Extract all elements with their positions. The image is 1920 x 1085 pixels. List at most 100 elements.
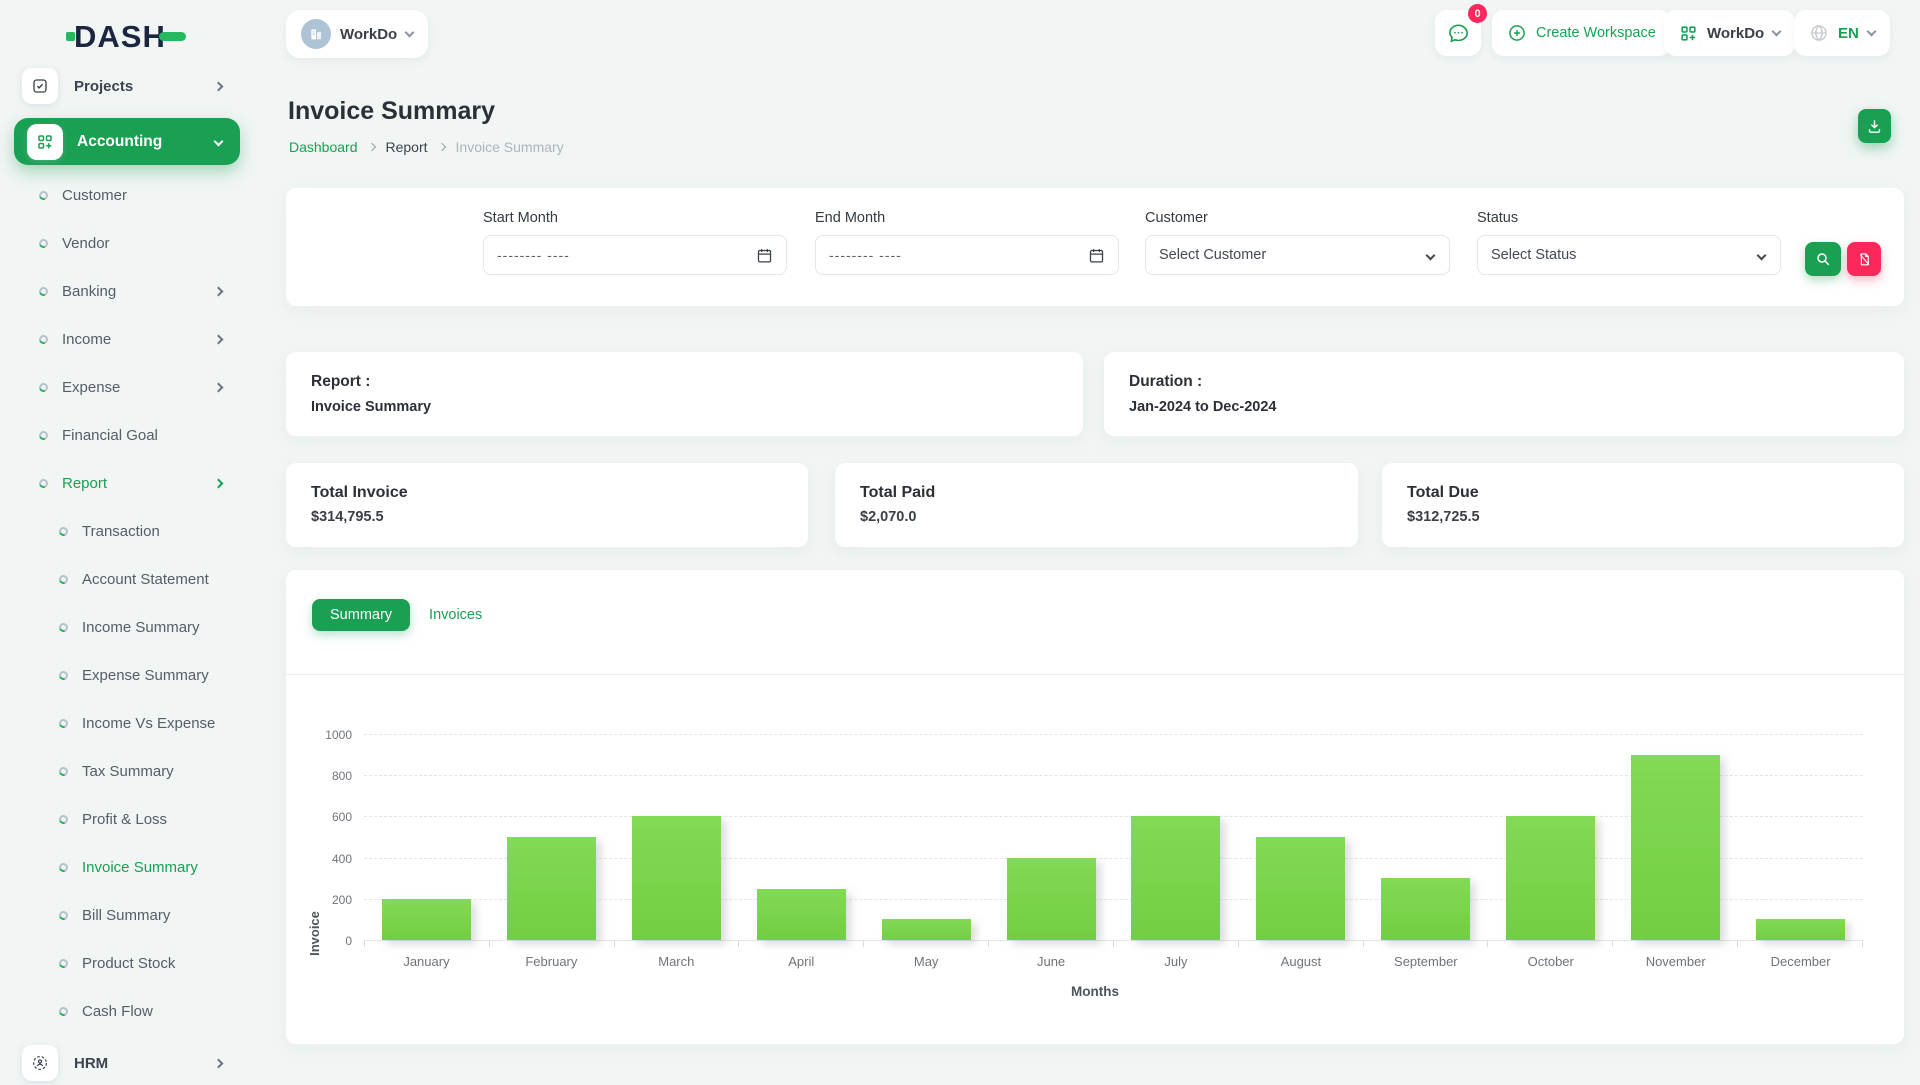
x-tick-label: May	[864, 954, 989, 969]
sidebar-item-label: Cash Flow	[82, 1003, 222, 1020]
customer-select[interactable]: Select Customer	[1145, 235, 1450, 275]
messages-button[interactable]: 0	[1435, 10, 1481, 56]
sidebar-item-invoice-summary[interactable]: Invoice Summary	[0, 843, 260, 891]
chevron-right-icon	[214, 1058, 224, 1068]
report-card: Report : Invoice Summary	[286, 352, 1083, 436]
chevron-right-icon	[214, 81, 224, 91]
sidebar-item-report[interactable]: Report	[0, 459, 260, 507]
bar-june	[1007, 858, 1096, 940]
bar-july	[1131, 816, 1220, 940]
sidebar-item-account-statement[interactable]: Account Statement	[0, 555, 260, 603]
x-tick-label: October	[1488, 954, 1613, 969]
start-month-input[interactable]: -------- ----	[483, 235, 787, 275]
axis-tick	[1488, 941, 1613, 947]
bar-slot	[1613, 755, 1738, 940]
breadcrumb: Dashboard Report Invoice Summary	[289, 139, 564, 155]
invoice-bar-chart: Invoice 02004006008001000 JanuaryFebruar…	[286, 674, 1904, 1044]
create-workspace-label: Create Workspace	[1536, 25, 1656, 41]
sidebar-item-label: Account Statement	[82, 571, 222, 588]
axis-tick	[364, 941, 490, 947]
bullet-icon	[58, 669, 70, 681]
message-count-badge: 0	[1468, 4, 1487, 23]
breadcrumb-dashboard-link[interactable]: Dashboard	[289, 139, 358, 155]
bar-january	[382, 899, 471, 940]
checkbox-icon	[22, 68, 58, 104]
tab-invoices[interactable]: Invoices	[429, 599, 482, 631]
y-tick-label: 200	[312, 893, 352, 907]
chat-icon	[1447, 22, 1470, 45]
calendar-icon[interactable]	[1088, 247, 1105, 264]
x-tick-label: June	[989, 954, 1114, 969]
bullet-icon	[38, 429, 50, 441]
workspace-avatar	[301, 19, 331, 49]
sidebar-item-profit-loss[interactable]: Profit & Loss	[0, 795, 260, 843]
breadcrumb-report-link[interactable]: Report	[386, 139, 428, 155]
sidebar-item-vendor[interactable]: Vendor	[0, 219, 260, 267]
sidebar-item-banking[interactable]: Banking	[0, 267, 260, 315]
sidebar-item-product-stock[interactable]: Product Stock	[0, 939, 260, 987]
bullet-icon	[38, 477, 50, 489]
total-due-card: Total Due $312,725.5	[1382, 463, 1904, 547]
workspace-switcher[interactable]: WorkDo	[286, 10, 428, 58]
bullet-icon	[38, 333, 50, 345]
duration-card-value: Jan-2024 to Dec-2024	[1129, 399, 1879, 415]
sidebar-item-bill-summary[interactable]: Bill Summary	[0, 891, 260, 939]
sidebar-item-label: Transaction	[82, 523, 222, 540]
sidebar-item-label: Customer	[62, 187, 222, 204]
axis-tick	[864, 941, 989, 947]
app-logo[interactable]: DASH	[66, 21, 186, 52]
sidebar-item-cash-flow[interactable]: Cash Flow	[0, 987, 260, 1035]
y-tick-label: 0	[312, 934, 352, 948]
x-tick-label: January	[364, 954, 489, 969]
bar-august	[1256, 837, 1345, 940]
sidebar-item-income-summary[interactable]: Income Summary	[0, 603, 260, 651]
sidebar-item-expense[interactable]: Expense	[0, 363, 260, 411]
sidebar-item-hrm[interactable]: HRM	[0, 1041, 260, 1085]
calendar-icon[interactable]	[756, 247, 773, 264]
apply-filter-button[interactable]	[1805, 242, 1841, 276]
search-icon	[1815, 251, 1831, 267]
end-month-input[interactable]: -------- ----	[815, 235, 1119, 275]
breadcrumb-current: Invoice Summary	[456, 139, 564, 155]
sidebar-item-income[interactable]: Income	[0, 315, 260, 363]
x-tick-label: December	[1738, 954, 1863, 969]
reset-filter-button[interactable]	[1847, 242, 1881, 276]
axis-tick	[1239, 941, 1364, 947]
accounting-submenu: Customer Vendor BankingIncomeExpenseFinanc…	[0, 171, 260, 1035]
language-code: EN	[1838, 25, 1859, 42]
workspace-name: WorkDo	[340, 26, 397, 43]
workspace-menu-button[interactable]: WorkDo	[1664, 10, 1795, 56]
bar-december	[1756, 919, 1845, 940]
building-icon	[308, 26, 324, 42]
sidebar-item-projects[interactable]: Projects	[0, 64, 260, 108]
duration-card-title: Duration :	[1129, 373, 1879, 391]
workspace-menu-label: WorkDo	[1707, 25, 1764, 42]
sidebar-item-label: Vendor	[62, 235, 222, 252]
x-tick-label: August	[1238, 954, 1363, 969]
chevron-down-icon	[1757, 250, 1767, 260]
page-title: Invoice Summary	[288, 97, 495, 126]
status-select[interactable]: Select Status	[1477, 235, 1781, 275]
grid-icon	[1679, 24, 1698, 43]
create-workspace-button[interactable]: Create Workspace	[1492, 10, 1671, 56]
sidebar-item-financial-goal[interactable]: Financial Goal	[0, 411, 260, 459]
sidebar-item-expense-summary[interactable]: Expense Summary	[0, 651, 260, 699]
sidebar-item-accounting[interactable]: Accounting	[14, 118, 240, 165]
tab-summary[interactable]: Summary	[312, 599, 410, 631]
end-month-placeholder: -------- ----	[829, 247, 1088, 263]
chevron-down-icon	[1772, 27, 1782, 37]
total-paid-label: Total Paid	[860, 484, 1333, 502]
chevron-right-icon	[214, 286, 224, 296]
download-button[interactable]	[1858, 109, 1891, 143]
sidebar-item-customer[interactable]: Customer	[0, 171, 260, 219]
chevron-right-icon	[214, 478, 224, 488]
axis-tick	[739, 941, 864, 947]
sidebar-item-transaction[interactable]: Transaction	[0, 507, 260, 555]
language-selector[interactable]: EN	[1794, 10, 1890, 56]
sidebar-item-label: Profit & Loss	[82, 811, 222, 828]
x-tick-label: July	[1114, 954, 1239, 969]
sidebar-item-income-vs-expense[interactable]: Income Vs Expense	[0, 699, 260, 747]
bar-slot	[489, 837, 614, 940]
hrm-icon	[22, 1045, 58, 1081]
sidebar-item-tax-summary[interactable]: Tax Summary	[0, 747, 260, 795]
